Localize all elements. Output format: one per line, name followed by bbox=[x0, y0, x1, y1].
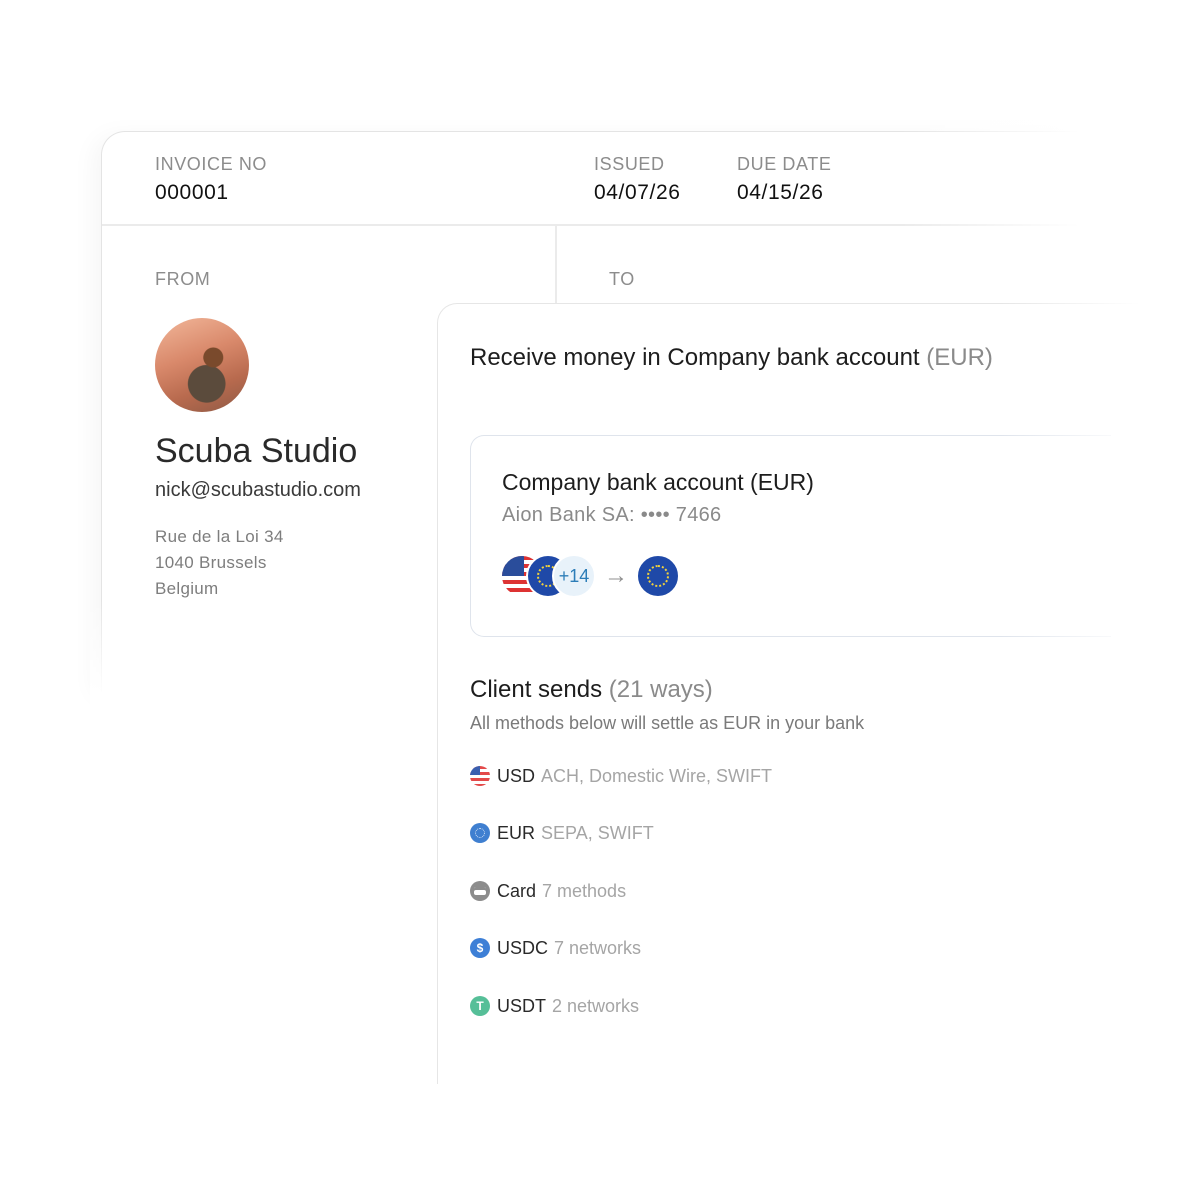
receive-title-currency: (EUR) bbox=[926, 344, 993, 371]
due-date: 04/15/26 bbox=[737, 181, 824, 204]
method-name: USD bbox=[497, 765, 536, 786]
method-detail: 2 networks bbox=[552, 995, 640, 1016]
invoice-no-label: INVOICE NO bbox=[155, 154, 268, 174]
method-eur: EUR SEPA, SWIFT bbox=[470, 821, 654, 845]
method-name: EUR bbox=[497, 822, 536, 843]
method-detail: SEPA, SWIFT bbox=[541, 822, 654, 843]
address-street: Rue de la Loi 34 bbox=[155, 527, 284, 546]
method-usd: USD ACH, Domestic Wire, SWIFT bbox=[470, 764, 772, 788]
method-card: Card 7 methods bbox=[470, 879, 626, 903]
usdt-icon bbox=[470, 996, 490, 1016]
fade-overlay-right bbox=[1000, 290, 1200, 690]
client-sends-count: (21 ways) bbox=[608, 676, 713, 703]
bank-account-number: Aion Bank SA: •••• 7466 bbox=[502, 504, 722, 526]
method-detail: 7 networks bbox=[554, 937, 642, 958]
currency-conversion: +14 → bbox=[500, 554, 800, 600]
client-sends-label: Client sends bbox=[470, 676, 603, 703]
address-city: 1040 Brussels bbox=[155, 553, 267, 572]
more-currencies-badge: +14 bbox=[552, 554, 596, 598]
issued-date: 04/07/26 bbox=[594, 181, 681, 204]
method-name: USDC bbox=[497, 937, 549, 958]
column-divider bbox=[555, 225, 557, 305]
method-usdt: USDT 2 networks bbox=[470, 994, 639, 1018]
eu-flag-icon bbox=[470, 823, 490, 843]
card-icon bbox=[470, 881, 490, 901]
method-name: USDT bbox=[497, 995, 546, 1016]
company-address: Rue de la Loi 34 1040 Brussels Belgium bbox=[155, 524, 284, 602]
method-detail: ACH, Domestic Wire, SWIFT bbox=[541, 765, 773, 786]
company-name: Scuba Studio bbox=[155, 432, 358, 470]
usdc-icon bbox=[470, 938, 490, 958]
receive-title: Receive money in Company bank account (E… bbox=[470, 344, 993, 372]
avatar bbox=[155, 318, 249, 412]
method-usdc: USDC 7 networks bbox=[470, 936, 641, 960]
arrow-right-icon: → bbox=[604, 562, 628, 589]
due-date-label: DUE DATE bbox=[737, 154, 832, 174]
client-sends-title: Client sends (21 ways) bbox=[470, 676, 713, 704]
client-sends-subtitle: All methods below will settle as EUR in … bbox=[470, 713, 865, 733]
issued-label: ISSUED bbox=[594, 154, 665, 174]
company-email: nick@scubastudio.com bbox=[155, 479, 361, 501]
fade-overlay-bottom bbox=[90, 600, 450, 720]
invoice-no-value: 000001 bbox=[155, 181, 229, 204]
to-label: TO bbox=[609, 269, 635, 289]
address-country: Belgium bbox=[155, 579, 219, 598]
method-detail: 7 methods bbox=[542, 880, 627, 901]
eu-flag-icon bbox=[636, 554, 680, 598]
method-name: Card bbox=[497, 880, 537, 901]
bank-account-name: Company bank account (EUR) bbox=[502, 469, 814, 495]
from-label: FROM bbox=[155, 269, 211, 289]
us-flag-icon bbox=[470, 766, 490, 786]
receive-title-text: Receive money in Company bank account bbox=[470, 344, 920, 371]
